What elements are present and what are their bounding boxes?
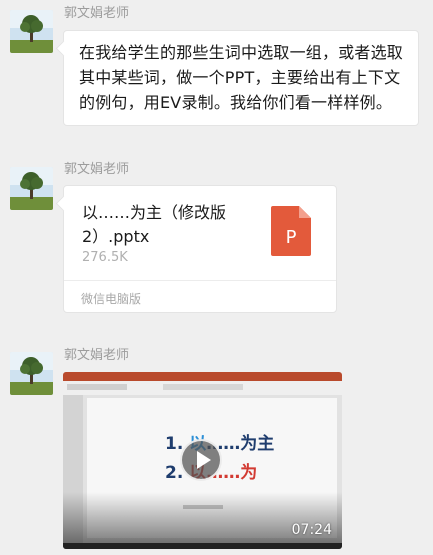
sender-avatar[interactable] bbox=[10, 167, 53, 210]
file-name: 以……为主（修改版2）.pptx bbox=[82, 203, 227, 246]
sender-name: 郭文娟老师 bbox=[64, 162, 130, 177]
sender-avatar[interactable] bbox=[10, 10, 53, 53]
file-bubble[interactable]: 以……为主（修改版2）.pptx 276.5K P 微信电脑版 bbox=[63, 185, 337, 313]
file-size: 276.5K bbox=[82, 250, 128, 265]
divider bbox=[64, 280, 336, 281]
video-duration: 07:24 bbox=[291, 522, 332, 538]
sender-name: 郭文娟老师 bbox=[64, 6, 130, 21]
video-thumbnail[interactable]: 1. 以……为主 2. 以……为 07:24 bbox=[63, 372, 342, 549]
message-text-content: 在我给学生的那些生词中选取一组，或者选取其中某些词，做一个PPT，主要给出有上下… bbox=[79, 43, 404, 112]
play-icon[interactable] bbox=[180, 439, 222, 481]
sender-name: 郭文娟老师 bbox=[64, 348, 130, 363]
file-icon-letter: P bbox=[286, 227, 297, 248]
ppt-file-icon: P bbox=[271, 206, 311, 256]
sender-avatar[interactable] bbox=[10, 352, 53, 395]
text-bubble[interactable]: 在我给学生的那些生词中选取一组，或者选取其中某些词，做一个PPT，主要给出有上下… bbox=[63, 30, 419, 126]
file-source-label: 微信电脑版 bbox=[81, 292, 142, 306]
